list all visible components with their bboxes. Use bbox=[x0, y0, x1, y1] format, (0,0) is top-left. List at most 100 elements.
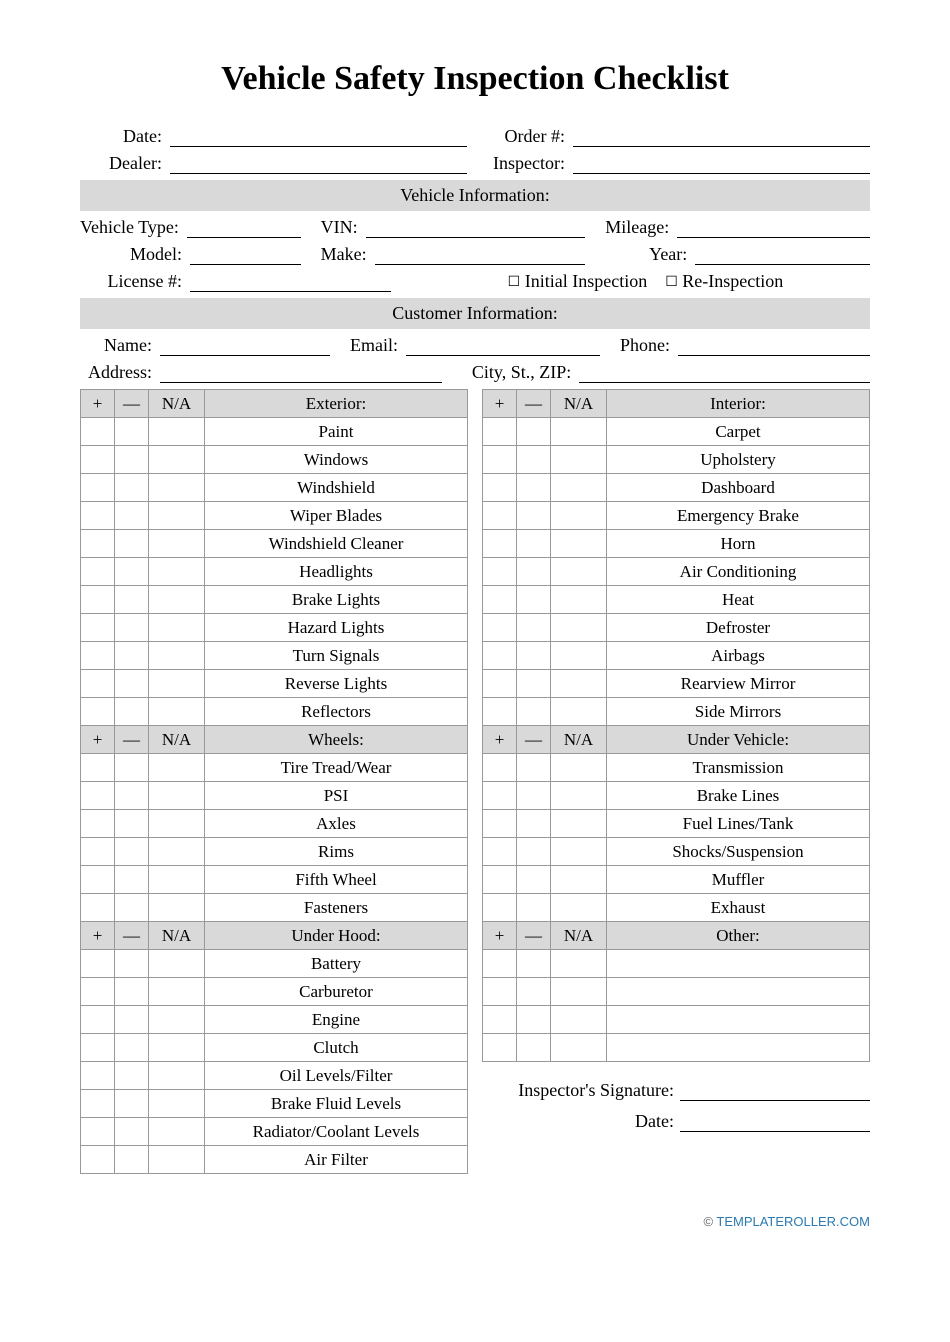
cell-minus[interactable] bbox=[115, 866, 149, 894]
cell-na[interactable] bbox=[149, 782, 205, 810]
cell-plus[interactable] bbox=[483, 670, 517, 698]
input-date[interactable] bbox=[170, 127, 467, 147]
cell-minus[interactable] bbox=[517, 782, 551, 810]
cell-minus[interactable] bbox=[517, 614, 551, 642]
cell-minus[interactable] bbox=[517, 950, 551, 978]
cell-minus[interactable] bbox=[517, 502, 551, 530]
cell-na[interactable] bbox=[149, 810, 205, 838]
cell-na[interactable] bbox=[149, 866, 205, 894]
cell-plus[interactable] bbox=[483, 978, 517, 1006]
cell-na[interactable] bbox=[149, 558, 205, 586]
footer-link[interactable]: TEMPLATEROLLER.COM bbox=[716, 1214, 870, 1229]
cell-minus[interactable] bbox=[115, 614, 149, 642]
cell-na[interactable] bbox=[149, 838, 205, 866]
cell-na[interactable] bbox=[149, 474, 205, 502]
cell-minus[interactable] bbox=[517, 978, 551, 1006]
cell-plus[interactable] bbox=[81, 1062, 115, 1090]
cell-minus[interactable] bbox=[115, 950, 149, 978]
cell-plus[interactable] bbox=[81, 1034, 115, 1062]
cell-plus[interactable] bbox=[483, 586, 517, 614]
cell-plus[interactable] bbox=[81, 474, 115, 502]
cell-minus[interactable] bbox=[115, 558, 149, 586]
cell-minus[interactable] bbox=[115, 642, 149, 670]
cell-minus[interactable] bbox=[115, 810, 149, 838]
input-sig-date[interactable] bbox=[680, 1112, 870, 1132]
cell-plus[interactable] bbox=[81, 950, 115, 978]
input-name[interactable] bbox=[160, 336, 330, 356]
cell-na[interactable] bbox=[149, 698, 205, 726]
cell-plus[interactable] bbox=[81, 1146, 115, 1174]
cell-plus[interactable] bbox=[81, 1090, 115, 1118]
cell-na[interactable] bbox=[551, 530, 607, 558]
cell-na[interactable] bbox=[149, 502, 205, 530]
cell-minus[interactable] bbox=[115, 1118, 149, 1146]
cell-plus[interactable] bbox=[483, 1034, 517, 1062]
cell-minus[interactable] bbox=[517, 558, 551, 586]
cell-minus[interactable] bbox=[115, 1062, 149, 1090]
cell-minus[interactable] bbox=[517, 838, 551, 866]
cell-na[interactable] bbox=[551, 838, 607, 866]
cell-plus[interactable] bbox=[81, 838, 115, 866]
cell-plus[interactable] bbox=[81, 558, 115, 586]
cell-plus[interactable] bbox=[483, 530, 517, 558]
cell-na[interactable] bbox=[551, 474, 607, 502]
cell-na[interactable] bbox=[551, 446, 607, 474]
input-model[interactable] bbox=[190, 245, 301, 265]
cell-plus[interactable] bbox=[81, 810, 115, 838]
cell-na[interactable] bbox=[551, 670, 607, 698]
cell-plus[interactable] bbox=[81, 1006, 115, 1034]
cell-minus[interactable] bbox=[517, 754, 551, 782]
cell-plus[interactable] bbox=[483, 1006, 517, 1034]
cell-na[interactable] bbox=[149, 1146, 205, 1174]
cell-na[interactable] bbox=[551, 950, 607, 978]
cell-plus[interactable] bbox=[483, 418, 517, 446]
cell-na[interactable] bbox=[551, 894, 607, 922]
cell-plus[interactable] bbox=[483, 782, 517, 810]
cell-plus[interactable] bbox=[483, 642, 517, 670]
cell-na[interactable] bbox=[149, 614, 205, 642]
cell-na[interactable] bbox=[149, 1062, 205, 1090]
input-signature[interactable] bbox=[680, 1081, 870, 1101]
cell-minus[interactable] bbox=[517, 530, 551, 558]
input-year[interactable] bbox=[695, 245, 870, 265]
cell-minus[interactable] bbox=[115, 502, 149, 530]
cell-minus[interactable] bbox=[115, 446, 149, 474]
cell-minus[interactable] bbox=[115, 978, 149, 1006]
cell-plus[interactable] bbox=[483, 698, 517, 726]
input-dealer[interactable] bbox=[170, 154, 467, 174]
input-order[interactable] bbox=[573, 127, 870, 147]
input-license[interactable] bbox=[190, 272, 391, 292]
cell-minus[interactable] bbox=[517, 698, 551, 726]
cell-na[interactable] bbox=[551, 418, 607, 446]
cell-plus[interactable] bbox=[81, 418, 115, 446]
cell-minus[interactable] bbox=[115, 586, 149, 614]
cell-minus[interactable] bbox=[115, 1146, 149, 1174]
cell-na[interactable] bbox=[149, 530, 205, 558]
cell-minus[interactable] bbox=[115, 838, 149, 866]
cell-minus[interactable] bbox=[517, 642, 551, 670]
cell-plus[interactable] bbox=[81, 670, 115, 698]
cell-plus[interactable] bbox=[81, 1118, 115, 1146]
cell-na[interactable] bbox=[551, 698, 607, 726]
cell-na[interactable] bbox=[149, 978, 205, 1006]
cell-plus[interactable] bbox=[81, 446, 115, 474]
cell-plus[interactable] bbox=[483, 754, 517, 782]
cell-na[interactable] bbox=[551, 586, 607, 614]
cell-na[interactable] bbox=[149, 1034, 205, 1062]
cell-na[interactable] bbox=[149, 950, 205, 978]
cell-na[interactable] bbox=[551, 502, 607, 530]
input-address[interactable] bbox=[160, 363, 442, 383]
cell-na[interactable] bbox=[149, 642, 205, 670]
cell-plus[interactable] bbox=[81, 614, 115, 642]
input-city[interactable] bbox=[579, 363, 870, 383]
cell-na[interactable] bbox=[551, 866, 607, 894]
cell-plus[interactable] bbox=[81, 978, 115, 1006]
cell-minus[interactable] bbox=[115, 782, 149, 810]
cell-minus[interactable] bbox=[517, 586, 551, 614]
cell-plus[interactable] bbox=[81, 894, 115, 922]
cell-minus[interactable] bbox=[115, 698, 149, 726]
cell-na[interactable] bbox=[551, 1006, 607, 1034]
cell-minus[interactable] bbox=[115, 670, 149, 698]
cell-minus[interactable] bbox=[517, 1034, 551, 1062]
cell-minus[interactable] bbox=[115, 418, 149, 446]
